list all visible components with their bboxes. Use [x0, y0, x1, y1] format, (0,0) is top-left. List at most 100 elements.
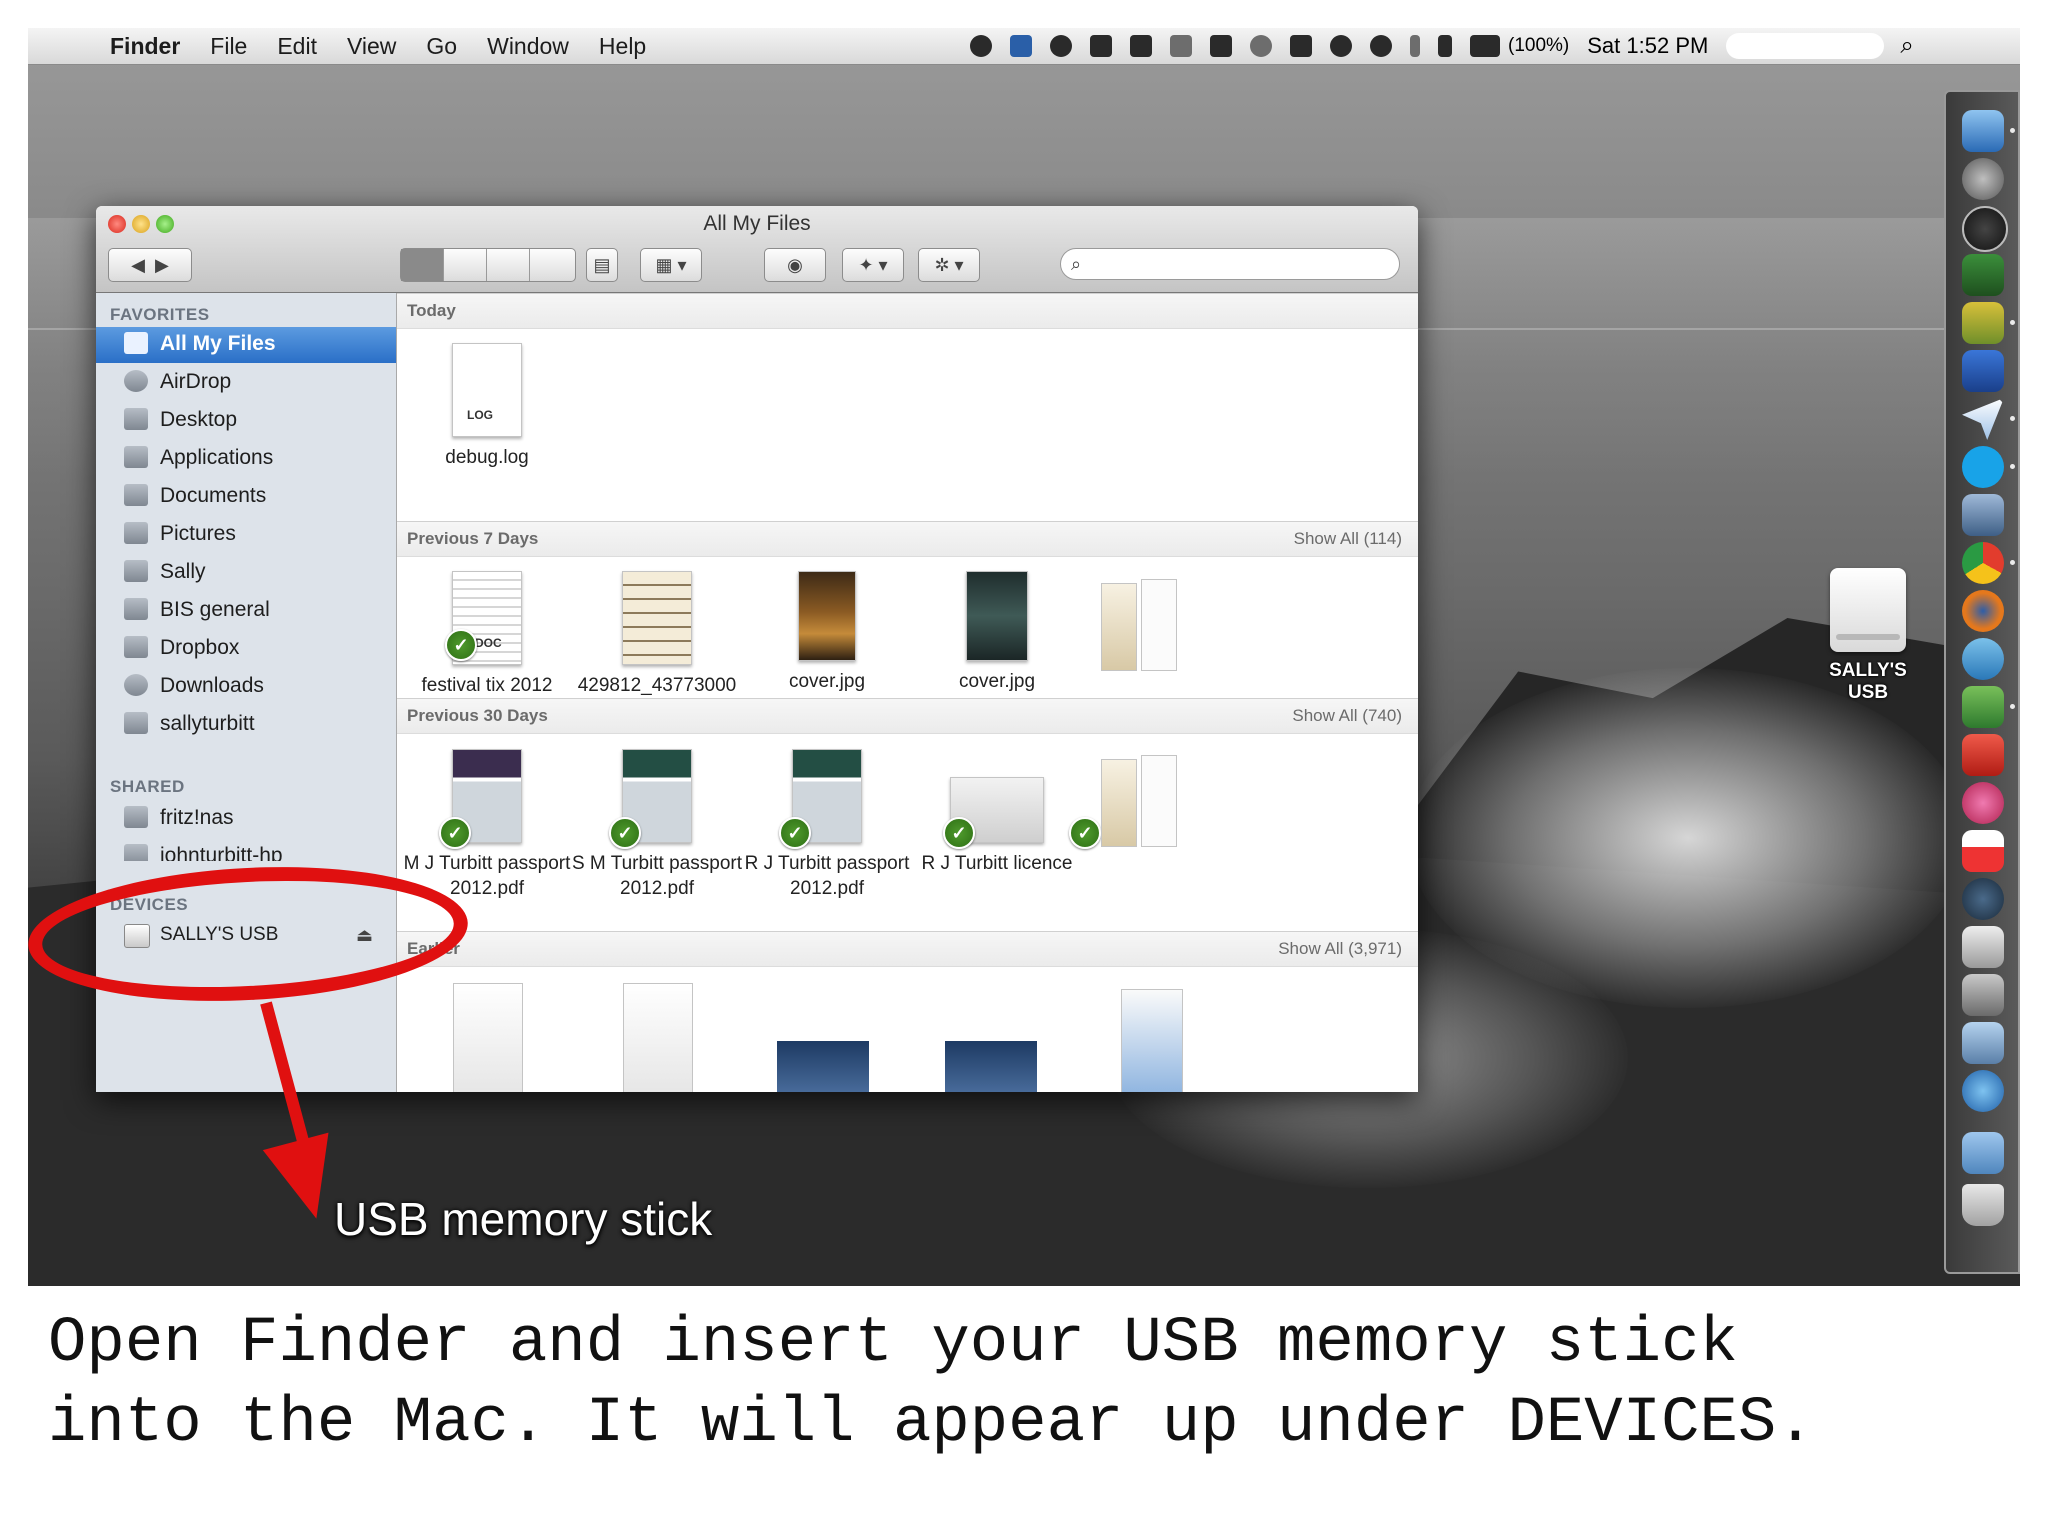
icon-view-button[interactable]: [401, 249, 444, 281]
sidebar-item-sally[interactable]: Sally: [96, 555, 396, 591]
file-item[interactable]: LOG debug.log: [397, 343, 577, 470]
back-forward-buttons[interactable]: ◀ ▶: [108, 248, 192, 282]
sidebar-item-documents[interactable]: Documents: [96, 479, 396, 515]
file-thumbnail[interactable]: [623, 983, 693, 1092]
dashboard-dock-icon[interactable]: [1962, 206, 2008, 252]
itunes-dock-icon[interactable]: [1962, 1070, 2004, 1112]
app-dock-icon[interactable]: [1962, 734, 2004, 776]
stacked-files-thumbnail[interactable]: [1101, 583, 1137, 671]
app-dock-icon[interactable]: [1962, 254, 2004, 296]
menu-window[interactable]: Window: [487, 33, 569, 60]
status-icon[interactable]: [970, 35, 992, 57]
action-gear-button[interactable]: ✲ ▾: [918, 248, 980, 282]
desktop-icon: [124, 408, 148, 430]
facetime-dock-icon[interactable]: [1962, 926, 2004, 968]
calendar-dock-icon[interactable]: [1962, 830, 2004, 872]
menu-file[interactable]: File: [210, 33, 247, 60]
file-item[interactable]: cover.jpg: [907, 571, 1087, 694]
annotation-label: USB memory stick: [334, 1193, 713, 1245]
finder-dock-icon[interactable]: [1962, 110, 2004, 152]
status-icon[interactable]: [1210, 35, 1232, 57]
iphoto-dock-icon[interactable]: [1962, 1022, 2004, 1064]
time-machine-icon[interactable]: [1370, 35, 1392, 57]
file-item[interactable]: ✓ R J Turbitt licence: [907, 749, 1087, 876]
app-dock-icon[interactable]: [1962, 350, 2004, 392]
menu-help[interactable]: Help: [599, 33, 646, 60]
column-view-button[interactable]: [487, 249, 530, 281]
menu-edit[interactable]: Edit: [277, 33, 317, 60]
file-thumbnail[interactable]: [945, 1041, 1037, 1092]
battery-icon[interactable]: [1470, 35, 1500, 57]
sidebar-item-johnturbitt[interactable]: johnturbitt-hp: [96, 839, 396, 861]
coverflow-view-button[interactable]: [530, 249, 574, 281]
menu-go[interactable]: Go: [426, 33, 457, 60]
quicklook-eye-button[interactable]: ◉: [764, 248, 826, 282]
section-header-earlier: Earlier Show All (3,971): [397, 931, 1418, 967]
sync-icon[interactable]: [1330, 35, 1352, 57]
sidebar-item-pictures[interactable]: Pictures: [96, 517, 396, 553]
chrome-dock-icon[interactable]: [1962, 542, 2004, 584]
usb-drive-icon[interactable]: [1830, 568, 1906, 652]
show-all-link[interactable]: Show All (114): [1294, 529, 1402, 549]
stacked-files-thumbnail[interactable]: [1121, 989, 1183, 1092]
file-thumbnail[interactable]: [777, 1041, 869, 1092]
file-item[interactable]: ✓ S M Turbitt passport 2012.pdf: [567, 749, 747, 901]
app-dock-icon[interactable]: [1962, 302, 2004, 344]
dropbox-status-icon[interactable]: [1010, 35, 1032, 57]
arrange-button[interactable]: ▦ ▾: [640, 248, 702, 282]
bluetooth-icon[interactable]: [1410, 35, 1420, 57]
time-machine-dock-icon[interactable]: [1962, 878, 2004, 920]
spotlight-icon[interactable]: ⌕: [1900, 32, 1913, 60]
stacked-files-thumbnail[interactable]: [1141, 755, 1177, 847]
list-view-button[interactable]: [444, 249, 487, 281]
status-icon[interactable]: [1050, 35, 1072, 57]
cursor-status-icon[interactable]: [1130, 35, 1152, 57]
file-item[interactable]: ✓ R J Turbitt passport 2012.pdf: [737, 749, 917, 901]
app-dock-icon[interactable]: [1962, 782, 2004, 824]
send-dock-icon[interactable]: [1962, 398, 2004, 440]
wifi-icon[interactable]: [1290, 35, 1312, 57]
section-label: Previous 30 Days: [407, 706, 548, 725]
sidebar-item-dropbox[interactable]: Dropbox: [96, 631, 396, 667]
file-thumbnail[interactable]: [453, 983, 523, 1092]
file-browser: Today LOG debug.log Previous 7 Days Show …: [397, 293, 1418, 1092]
view-mode-buttons[interactable]: [400, 248, 576, 282]
firefox-dock-icon[interactable]: [1962, 590, 2004, 632]
favorites-header: FAVORITES: [110, 305, 210, 324]
status-icon[interactable]: [1090, 35, 1112, 57]
sidebar-item-desktop[interactable]: Desktop: [96, 403, 396, 439]
file-item[interactable]: cover.jpg: [737, 571, 917, 694]
file-type-tag: LOG: [467, 408, 493, 422]
file-item[interactable]: ✓ M J Turbitt passport 2012.pdf: [397, 749, 577, 901]
status-icon[interactable]: [1170, 35, 1192, 57]
launchpad-dock-icon[interactable]: [1962, 158, 2004, 200]
show-all-link[interactable]: Show All (3,971): [1278, 939, 1402, 959]
search-field[interactable]: ⌕: [1060, 248, 1400, 280]
menu-clock[interactable]: Sat 1:52 PM: [1587, 33, 1708, 59]
dropbox-menu-button[interactable]: ✦ ▾: [842, 248, 904, 282]
mail-dock-icon[interactable]: [1962, 494, 2004, 536]
search-input[interactable]: [1095, 252, 1389, 276]
quicklook-file-button[interactable]: ▤: [586, 248, 618, 282]
menu-finder[interactable]: Finder: [110, 33, 180, 60]
applications-folder-dock-icon[interactable]: [1962, 1132, 2004, 1174]
sidebar-item-bis-general[interactable]: BIS general: [96, 593, 396, 629]
show-all-link[interactable]: Show All (740): [1292, 706, 1402, 726]
sidebar-item-fritznas[interactable]: fritz!nas: [96, 801, 396, 837]
sidebar-item-downloads[interactable]: Downloads: [96, 669, 396, 705]
volume-icon[interactable]: [1438, 35, 1452, 57]
stacked-files-thumbnail[interactable]: [1101, 759, 1137, 847]
sidebar-item-all-my-files[interactable]: All My Files: [96, 327, 396, 363]
status-icon[interactable]: [1250, 35, 1272, 57]
app-dock-icon[interactable]: [1962, 638, 2004, 680]
skype-dock-icon[interactable]: [1962, 446, 2004, 488]
sidebar-item-applications[interactable]: Applications: [96, 441, 396, 477]
menu-view[interactable]: View: [347, 33, 396, 60]
sidebar-item-airdrop[interactable]: AirDrop: [96, 365, 396, 401]
evernote-dock-icon[interactable]: [1962, 686, 2004, 728]
sidebar-item-home[interactable]: sallyturbitt: [96, 707, 396, 743]
user-name-redacted[interactable]: [1726, 33, 1885, 59]
stacked-files-thumbnail[interactable]: [1141, 579, 1177, 671]
trash-dock-icon[interactable]: [1962, 1184, 2004, 1226]
preferences-dock-icon[interactable]: [1962, 974, 2004, 1016]
